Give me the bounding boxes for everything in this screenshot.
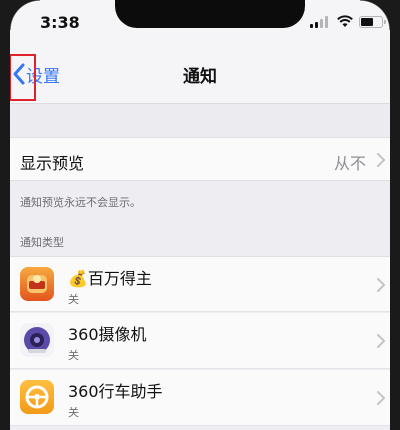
section-spacer: [0, 105, 400, 137]
chevron-right-icon: [377, 153, 386, 167]
previews-footer-note: 通知预览永远不会显示。: [20, 196, 141, 209]
notification-style-header: 通知类型: [20, 236, 64, 249]
360-driving-assistant-app-icon: [20, 380, 54, 414]
app-name: 360摄像机: [68, 325, 147, 344]
device-corner-left: [10, 0, 40, 30]
show-previews-value: 从不: [333, 154, 366, 173]
wifi-icon: [337, 15, 353, 27]
app-notification-status: 关: [68, 349, 79, 362]
show-previews-row[interactable]: 显示预览 从不: [0, 137, 400, 181]
app-notification-status: 关: [68, 406, 79, 419]
bwdz-app-icon: [20, 267, 54, 301]
360-camera-app-icon: [20, 323, 54, 357]
status-time: 3:38: [40, 13, 80, 32]
app-row-360-driving-assistant[interactable]: 360行车助手 关: [0, 370, 400, 426]
device-corner-right: [360, 0, 390, 30]
settings-screen: 3:38 设置 通知 显示预览 从不 通知预览永远不会显示。 通知类型 💰百万得…: [0, 0, 400, 430]
app-name: 360行车助手: [68, 382, 163, 401]
app-notification-status: 关: [68, 293, 79, 306]
app-name: 💰百万得主: [68, 269, 152, 288]
back-button-highlight-box: [9, 54, 36, 101]
chevron-right-icon: [377, 391, 386, 405]
chevron-right-icon: [377, 278, 386, 292]
device-notch: [115, 0, 305, 28]
show-previews-label: 显示预览: [20, 154, 85, 173]
app-row-bwdz[interactable]: 💰百万得主 关: [0, 256, 400, 312]
page-title: 通知: [183, 67, 217, 87]
app-row-360-camera[interactable]: 360摄像机 关: [0, 313, 400, 369]
device-bezel-right: [390, 0, 400, 430]
chevron-right-icon: [377, 334, 386, 348]
device-bezel-left: [0, 0, 10, 430]
cellular-signal-icon: [310, 16, 330, 28]
